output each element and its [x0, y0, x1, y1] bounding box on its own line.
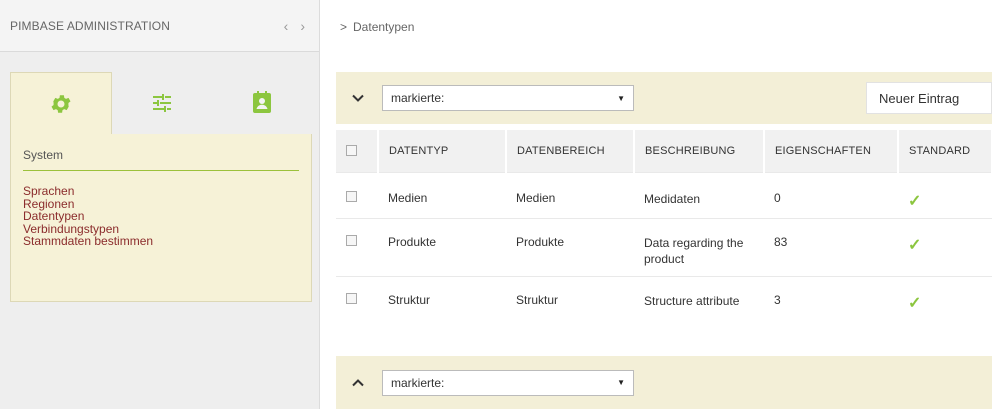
- bulk-action-value-bottom: markierte:: [391, 375, 445, 390]
- contact-book-icon: [253, 91, 271, 113]
- check-icon: ✓: [908, 192, 922, 210]
- panel-heading: System: [23, 148, 299, 171]
- table-row[interactable]: Struktur Struktur Structure attribute 3 …: [336, 275, 992, 334]
- toolbar-bottom: markierte: ▼: [336, 356, 992, 409]
- cell-datenbereich: Medien: [506, 171, 634, 218]
- datatypes-table: DATENTYP DATENBEREICH BESCHREIBUNG EIGEN…: [336, 130, 992, 334]
- cell-beschreibung: Data regarding the product: [634, 217, 764, 276]
- row-checkbox[interactable]: [346, 234, 357, 246]
- breadcrumb-current: Datentypen: [353, 20, 415, 34]
- main-content: > Datentypen markierte: ▼ Neuer Eintrag …: [320, 0, 992, 409]
- caret-down-icon: ▼: [617, 93, 625, 103]
- expand-toggle[interactable]: [348, 378, 368, 387]
- table-row[interactable]: Medien Medien Medidaten 0 ✓: [336, 171, 992, 218]
- cell-datentyp: Struktur: [378, 275, 506, 334]
- bulk-action-value: markierte:: [391, 91, 445, 105]
- bulk-action-select[interactable]: markierte: ▼: [382, 85, 634, 111]
- chevron-up-icon: [352, 378, 364, 386]
- row-select-cell: [336, 275, 378, 334]
- sidebar-header: PIMBASE ADMINISTRATION ‹ ›: [0, 0, 319, 52]
- cell-datenbereich: Produkte: [506, 217, 634, 276]
- panel-links: Sprachen Regionen Datentypen Verbindungs…: [23, 185, 299, 248]
- row-checkbox[interactable]: [346, 292, 357, 304]
- cell-datenbereich: Struktur: [506, 275, 634, 334]
- chevron-down-icon: [352, 94, 364, 102]
- collapse-toggle[interactable]: [348, 94, 368, 102]
- link-stammdaten-bestimmen[interactable]: Stammdaten bestimmen: [23, 235, 299, 248]
- sidebar-title: PIMBASE ADMINISTRATION: [10, 18, 170, 33]
- cell-eigenschaften: 3: [764, 275, 898, 334]
- tab-contacts[interactable]: [212, 72, 312, 134]
- breadcrumb-separator: >: [340, 20, 348, 34]
- sidebar-tabs: [10, 72, 312, 134]
- table-row[interactable]: Produkte Produkte Data regarding the pro…: [336, 217, 992, 276]
- tab-settings[interactable]: [112, 72, 212, 134]
- check-icon: ✓: [908, 236, 922, 254]
- cell-standard: ✓: [898, 275, 992, 334]
- sidebar: PIMBASE ADMINISTRATION ‹ › System Sprach…: [0, 0, 320, 409]
- sidebar-nav-arrows: ‹ ›: [284, 18, 309, 34]
- caret-down-icon: ▼: [617, 378, 625, 387]
- select-all-checkbox[interactable]: [346, 144, 357, 156]
- cell-eigenschaften: 83: [764, 217, 898, 276]
- col-header-datentyp[interactable]: DATENTYP: [378, 130, 507, 172]
- cell-datentyp: Produkte: [378, 217, 506, 276]
- cell-standard: ✓: [898, 217, 992, 276]
- breadcrumb: > Datentypen: [340, 20, 414, 34]
- cell-standard: ✓: [898, 171, 992, 218]
- check-icon: ✓: [908, 294, 922, 312]
- link-sprachen[interactable]: Sprachen: [23, 185, 299, 198]
- row-select-cell: [336, 171, 378, 218]
- table-header-row: DATENTYP DATENBEREICH BESCHREIBUNG EIGEN…: [336, 130, 992, 172]
- cell-beschreibung: Medidaten: [634, 171, 764, 218]
- system-panel: System Sprachen Regionen Datentypen Verb…: [10, 134, 312, 302]
- row-select-cell: [336, 217, 378, 276]
- sliders-icon: [153, 94, 171, 112]
- cell-eigenschaften: 0: [764, 171, 898, 218]
- tab-system[interactable]: [10, 72, 112, 134]
- cell-beschreibung: Structure attribute: [634, 275, 764, 334]
- link-datentypen[interactable]: Datentypen: [23, 210, 299, 223]
- col-header-beschreibung[interactable]: BESCHREIBUNG: [634, 130, 765, 172]
- select-all-cell: [336, 130, 379, 172]
- cell-datentyp: Medien: [378, 171, 506, 218]
- col-header-standard[interactable]: STANDARD: [898, 130, 992, 172]
- gear-icon: [51, 94, 71, 113]
- chevron-left-icon[interactable]: ‹: [284, 18, 289, 34]
- col-header-eigenschaften[interactable]: EIGENSCHAFTEN: [764, 130, 899, 172]
- row-checkbox[interactable]: [346, 190, 357, 202]
- col-header-datenbereich[interactable]: DATENBEREICH: [506, 130, 635, 172]
- chevron-right-icon[interactable]: ›: [300, 18, 305, 34]
- toolbar-top: markierte: ▼ Neuer Eintrag: [336, 72, 992, 124]
- new-entry-button[interactable]: Neuer Eintrag: [866, 82, 992, 114]
- bulk-action-select-bottom[interactable]: markierte: ▼: [382, 369, 634, 396]
